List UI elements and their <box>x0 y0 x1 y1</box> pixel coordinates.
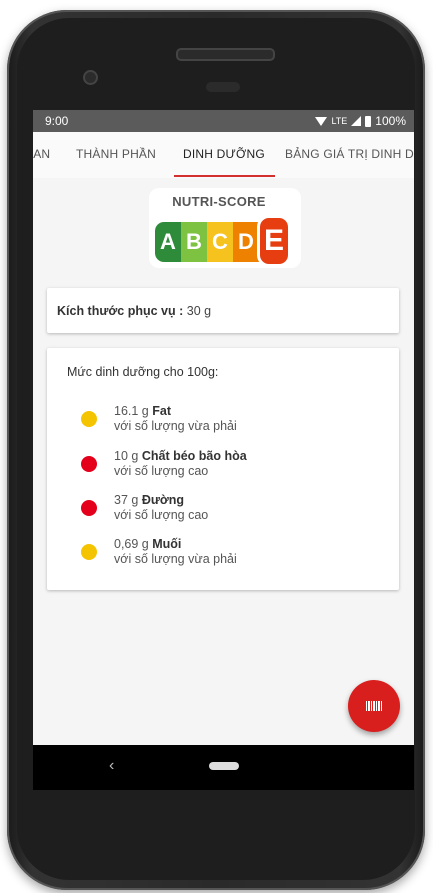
nutrition-content: NUTRI-SCORE A B C D E Kích thước phục vụ… <box>33 178 414 745</box>
grade-d: D <box>233 222 259 262</box>
serving-size-value: 30 g <box>186 304 212 318</box>
nutrient-level-item: 10 g Chất béo bão hòa với số lượng cao <box>81 449 247 479</box>
tab-nutrition[interactable]: DINH DƯỠNG <box>183 147 265 161</box>
grade-b: B <box>181 222 207 262</box>
battery-icon <box>365 115 372 127</box>
front-camera <box>83 70 98 85</box>
nutrient-level-item: 0,69 g Muối với số lượng vừa phải <box>81 537 237 567</box>
nutrient-level-text: với số lượng cao <box>114 508 209 522</box>
nutriscore-grades: A B C D E <box>155 215 295 267</box>
lte-label: LTE <box>331 116 348 126</box>
high-level-dot-icon <box>81 500 97 516</box>
nutrient-level-text: với số lượng vừa phải <box>114 552 237 566</box>
status-icons: LTE 100% <box>315 114 406 128</box>
grade-a: A <box>155 222 181 262</box>
wifi-icon <box>315 116 328 126</box>
nutrient-name: Fat <box>152 404 171 418</box>
nutriscore-title: NUTRI-SCORE <box>172 194 266 209</box>
signal-icon <box>351 116 362 126</box>
nutrient-name: Đường <box>141 493 185 507</box>
tab-nutrition-facts[interactable]: BẢNG GIÁ TRỊ DINH DƯ <box>285 147 414 161</box>
screen: 9:00 LTE 100% JAN THÀNH PHẦN DINH DƯỠNG … <box>33 110 414 790</box>
nutrient-amount: 16.1 g <box>114 404 149 418</box>
serving-size-card: Kích thước phục vụ : 30 g <box>47 288 399 333</box>
moderate-level-dot-icon <box>81 544 97 560</box>
battery-percent: 100% <box>375 114 406 128</box>
nutrient-name: Muối <box>152 537 182 551</box>
tab-ingredients[interactable]: THÀNH PHẦN <box>76 147 156 161</box>
nutrient-level-text: với số lượng cao <box>114 464 209 478</box>
tab-bar: JAN THÀNH PHẦN DINH DƯỠNG BẢNG GIÁ TRỊ D… <box>33 132 414 179</box>
grade-c: C <box>207 222 233 262</box>
high-level-dot-icon <box>81 456 97 472</box>
sensor-slot <box>206 82 240 92</box>
nutrient-name: Chất béo bão hòa <box>141 449 247 463</box>
nutrient-levels-card: Mức dinh dưỡng cho 100g: 16.1 g Fat với … <box>47 348 399 590</box>
nutrient-levels-title: Mức dinh dưỡng cho 100g: <box>67 365 219 379</box>
nutrient-amount: 10 g <box>114 449 139 463</box>
nutrient-level-item: 37 g Đường với số lượng cao <box>81 493 208 523</box>
system-nav-bar: ‹ <box>33 745 414 790</box>
speaker-grille <box>176 48 275 61</box>
barcode-icon <box>366 701 382 711</box>
status-bar: 9:00 LTE 100% <box>33 110 414 132</box>
nutriscore-logo: NUTRI-SCORE A B C D E <box>149 188 301 268</box>
grade-e-selected: E <box>257 215 291 267</box>
nutrient-level-item: 16.1 g Fat với số lượng vừa phải <box>81 404 237 434</box>
moderate-level-dot-icon <box>81 411 97 427</box>
home-pill-icon[interactable] <box>209 762 239 770</box>
nutrient-amount: 37 g <box>114 493 139 507</box>
nutrient-amount: 0,69 g <box>114 537 149 551</box>
serving-size: Kích thước phục vụ : 30 g <box>57 304 211 318</box>
active-tab-indicator <box>174 175 275 177</box>
tab-overview[interactable]: JAN <box>33 147 50 161</box>
status-time: 9:00 <box>45 114 69 128</box>
scan-barcode-button[interactable] <box>348 680 400 732</box>
back-icon[interactable]: ‹ <box>109 757 114 775</box>
nutrient-level-text: với số lượng vừa phải <box>114 419 237 433</box>
serving-size-label: Kích thước phục vụ : <box>57 304 184 318</box>
